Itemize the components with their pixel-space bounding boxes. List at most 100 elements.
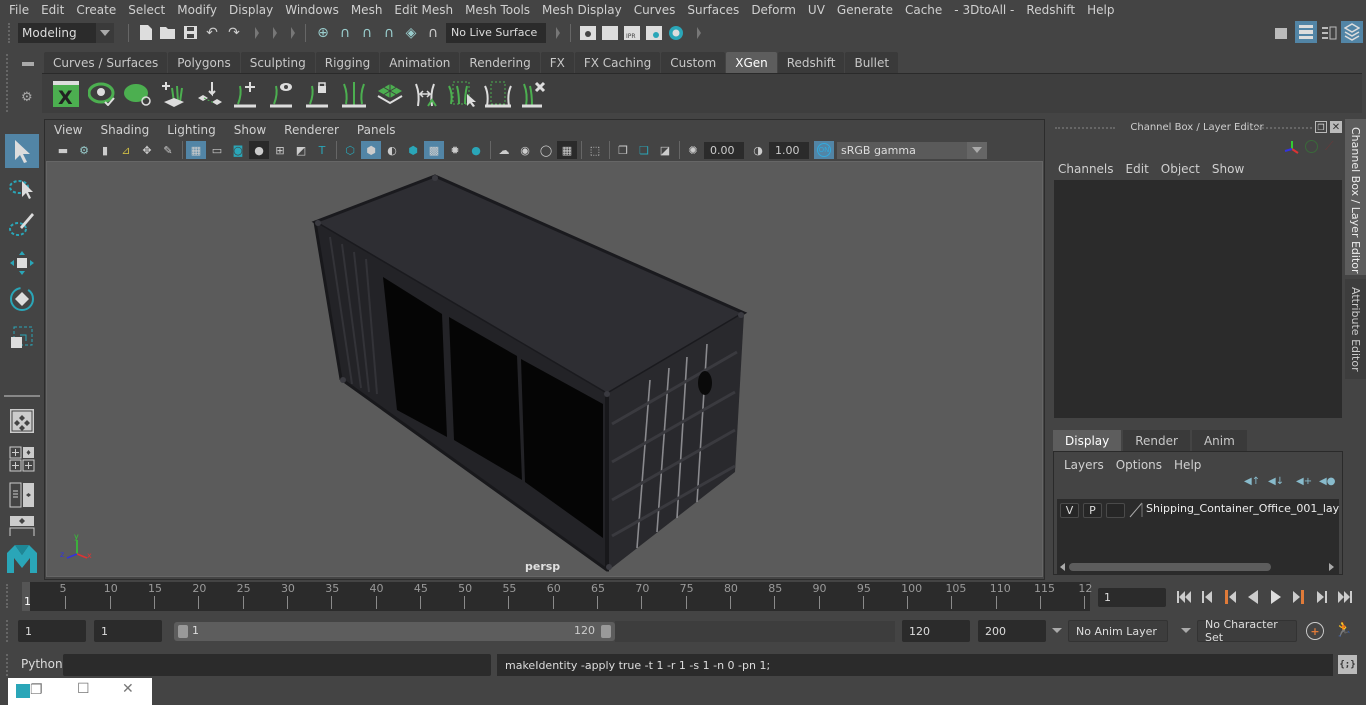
sculpt-guides-icon[interactable] [408,76,444,112]
add-guide-icon[interactable] [228,76,264,112]
animation-end-field[interactable]: 200 [978,620,1046,642]
undo-icon[interactable]: ↶ [201,22,223,44]
play-backwards-button[interactable] [1241,586,1264,608]
layer-playback-toggle[interactable]: P [1083,503,1102,518]
open-scene-icon[interactable] [157,22,179,44]
close-panel-button[interactable]: ✕ [1330,121,1342,133]
live-surface-field[interactable]: No Live Surface [446,22,546,43]
go-to-start-button[interactable] [1172,586,1195,608]
layer-tab-display[interactable]: Display [1053,430,1122,451]
wireframe-on-shaded-icon[interactable]: ◐ [382,141,402,159]
camera-attributes-icon[interactable]: ⚙ [74,141,94,159]
tool-settings-icon[interactable] [1318,22,1340,44]
make-collection-icon[interactable] [372,76,408,112]
outliner-persp-button[interactable] [5,478,39,512]
manipulator-icon[interactable] [1284,139,1300,155]
rotate-tool[interactable] [5,282,39,316]
step-forward-key-button[interactable] [1287,586,1310,608]
isolate-select-icon[interactable]: ⬚ [585,141,605,159]
snap-to-live-icon[interactable]: ◈ [400,22,422,44]
scrollbar-thumb[interactable] [1069,563,1271,571]
ipr-render-icon[interactable]: IPR [621,22,643,44]
script-editor-button[interactable]: {;} [1338,655,1357,674]
shadows-icon[interactable]: ● [466,141,486,159]
scroll-left-icon[interactable] [1060,563,1065,571]
gamma-icon[interactable]: ◑ [748,141,768,159]
wireframe-icon[interactable]: ⬡ [340,141,360,159]
range-start-handle[interactable] [178,625,188,638]
clear-preview-icon[interactable] [120,76,156,112]
channel-box-menu-channels[interactable]: Channels [1052,162,1120,176]
textured-icon[interactable]: ▩ [424,141,444,159]
render-current-frame-icon[interactable] [599,22,621,44]
safe-title-icon[interactable]: T [312,141,332,159]
side-tab-attribute-editor[interactable]: Attribute Editor [1345,279,1366,379]
menu-file[interactable]: File [0,3,35,17]
paint-select-tool[interactable] [5,208,39,242]
field-chart-icon[interactable]: ⊞ [270,141,290,159]
exposure-icon[interactable]: ✺ [683,141,703,159]
layer-visibility-toggle[interactable]: V [1060,503,1079,518]
move-tool[interactable] [5,246,39,280]
move-layer-up-icon[interactable]: ◀↑ [1244,476,1260,487]
bookmark-icon[interactable]: ▮ [95,141,115,159]
maximize-icon[interactable]: ☐ [77,681,90,697]
menu-select[interactable]: Select [122,3,171,17]
grease-pencil-icon[interactable]: ✎ [158,141,178,159]
grip-handle[interactable] [8,22,14,43]
layer-list-scrollbar[interactable] [1057,561,1339,573]
playback-end-field[interactable]: 120 [902,620,970,642]
shelf-tab-animation[interactable]: Animation [380,52,460,73]
viewport-menu-panels[interactable]: Panels [348,123,405,137]
single-perspective-view-button[interactable] [5,404,39,438]
viewport-menu-show[interactable]: Show [225,123,275,137]
collapse-arrow-icon[interactable] [273,26,277,39]
lock-guide-icon[interactable] [300,76,336,112]
auto-key-icon[interactable]: + [1306,622,1324,640]
four-view-button[interactable] [5,442,39,476]
motion-blur-icon[interactable]: ◉ [515,141,535,159]
range-grip[interactable] [6,620,8,642]
speed-icon[interactable] [1305,140,1318,153]
split-guide-icon[interactable] [336,76,372,112]
2d-pan-zoom-icon[interactable]: ✥ [137,141,157,159]
select-interactive-icon[interactable] [444,76,480,112]
shelf-tab-fx-caching[interactable]: FX Caching [574,52,661,73]
step-back-key-button[interactable] [1218,586,1241,608]
anim-layer-dropdown[interactable]: No Anim Layer [1068,620,1168,642]
persp-graph-button[interactable] [5,514,39,536]
shelf-tab-custom[interactable]: Custom [661,52,726,73]
close-icon[interactable]: ✕ [122,681,134,697]
menu-mesh-display[interactable]: Mesh Display [536,3,628,17]
layer-tab-render[interactable]: Render [1123,430,1190,451]
menu-3dtoall[interactable]: - 3DtoAll - [948,3,1020,17]
menu-edit[interactable]: Edit [35,3,70,17]
channel-box-icon[interactable] [1341,21,1363,43]
current-frame-field[interactable]: 1 [1098,588,1166,607]
time-slider[interactable]: 1 5 10 15 20 25 30 35 40 45 50 55 60 65 70 75 80 85 90 95 1… [22,582,1092,611]
shelf-tab-bullet[interactable]: Bullet [845,52,899,73]
smooth-shade-icon[interactable]: ⬢ [361,141,381,159]
add-guides-icon[interactable] [156,76,192,112]
select-camera-icon[interactable]: ▬ [53,141,73,159]
ambient-occlusion-icon[interactable]: ☁ [494,141,514,159]
new-layer-from-selected-icon[interactable]: ◀● [1319,476,1335,487]
go-to-end-button[interactable] [1333,586,1356,608]
command-language-toggle[interactable]: Python [21,657,63,671]
color-space-dropdown[interactable]: sRGB gamma [837,141,987,159]
snap-to-point-icon[interactable]: ∩ [356,22,378,44]
layer-menu-help[interactable]: Help [1168,458,1207,472]
character-set-dropdown[interactable]: No Character Set [1197,618,1297,644]
side-tab-channel-box[interactable]: Channel Box / Layer Editor [1345,119,1366,275]
use-all-lights-icon[interactable]: ✹ [445,141,465,159]
redo-icon[interactable]: ↷ [223,22,245,44]
shelf-tab-xgen[interactable]: XGen [726,52,777,73]
menu-generate[interactable]: Generate [831,3,899,17]
region-icon[interactable] [480,76,516,112]
menu-deform[interactable]: Deform [745,3,802,17]
layer-display-type-toggle[interactable] [1106,503,1125,518]
mode-dropdown[interactable]: Modeling [18,22,114,43]
xray-active-icon[interactable]: ❏ [634,141,654,159]
move-layer-down-icon[interactable]: ◀↓ [1268,476,1284,487]
viewport-menu-shading[interactable]: Shading [91,123,158,137]
